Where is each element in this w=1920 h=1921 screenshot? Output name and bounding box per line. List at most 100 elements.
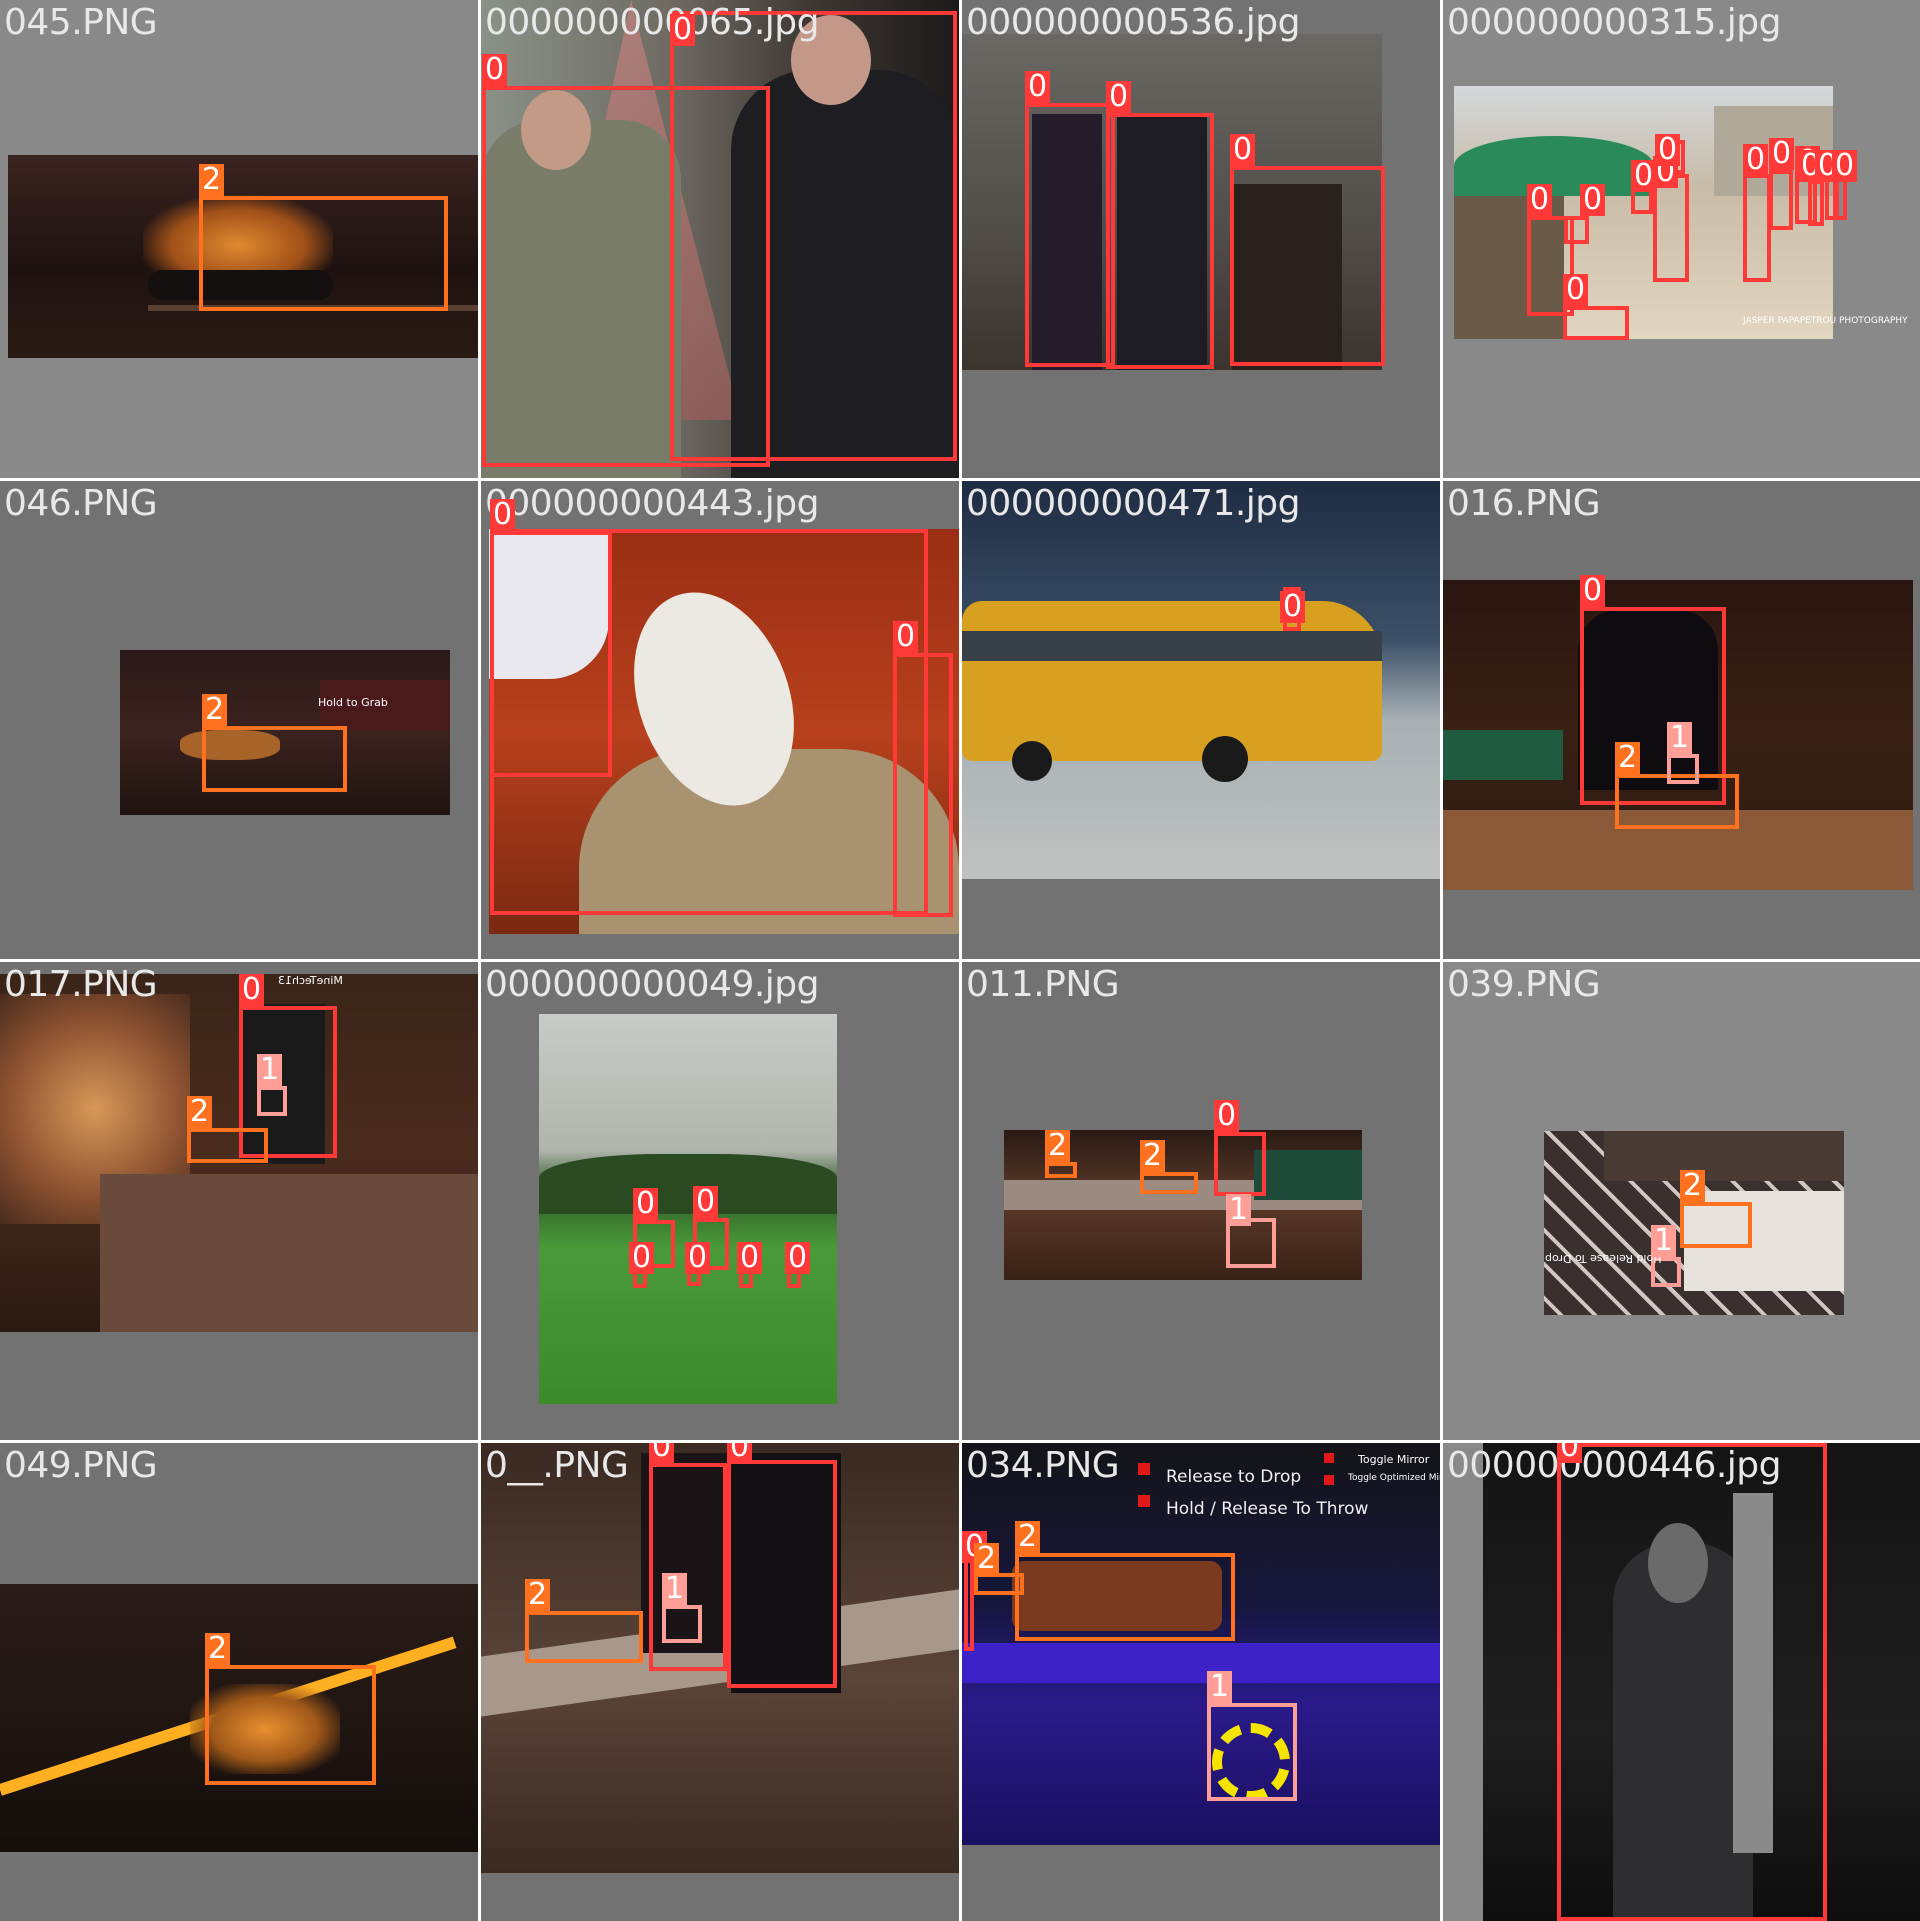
- hint-text: Hold Release To Drop: [1545, 1252, 1662, 1265]
- bbox-class-2: [1680, 1202, 1752, 1248]
- class-label: 2: [1680, 1170, 1706, 1202]
- bbox-class-1: [662, 1605, 702, 1643]
- hold-release-throw-hint: Hold / Release To Throw: [1166, 1499, 1369, 1519]
- filename-label: 045.PNG: [4, 2, 158, 43]
- class-label: 0: [1563, 274, 1589, 306]
- tile-000000000065: 000000000065.jpg 0 0: [481, 0, 959, 478]
- class-label: 0: [1280, 591, 1306, 623]
- class-label: 2: [1140, 1140, 1166, 1172]
- tile-011: 011.PNG 2 2 0 1: [962, 962, 1440, 1440]
- class-label: 0: [1743, 144, 1769, 176]
- filename-label: 046.PNG: [4, 483, 158, 524]
- filename-label: 000000000471.jpg: [966, 483, 1301, 524]
- class-label: 0: [1025, 71, 1051, 103]
- tile-039: Hold Release To Drop 039.PNG 2 1: [1443, 962, 1920, 1440]
- bbox-class-0: [1214, 1132, 1266, 1196]
- filename-label: 0__.PNG: [485, 1445, 629, 1486]
- bbox-class-2: [1045, 1162, 1077, 1178]
- bbox-class-0: [1557, 1443, 1827, 1921]
- toggle-mirror-indicator: [1324, 1453, 1334, 1463]
- bbox-class-0: [1653, 174, 1689, 282]
- class-label: 0: [727, 1443, 753, 1463]
- class-label: 0: [239, 974, 265, 1006]
- photo-049: [539, 1014, 837, 1404]
- sign-text: MineTech13: [278, 974, 343, 987]
- tile-000000000471: 000000000471.jpg 0: [962, 481, 1440, 959]
- class-label: 0: [1832, 150, 1858, 182]
- class-label: 0: [1527, 184, 1553, 216]
- class-label: 1: [1226, 1194, 1252, 1226]
- class-label: 0: [482, 54, 508, 86]
- class-label: 1: [1207, 1671, 1233, 1703]
- bbox-class-0: [1025, 103, 1115, 367]
- class-label: 0: [1655, 134, 1681, 166]
- bbox-class-0: [727, 1460, 837, 1688]
- toggle-mirror-label: Toggle Mirror: [1358, 1453, 1430, 1466]
- bbox-class-0: [1835, 178, 1847, 220]
- filename-label: 000000000446.jpg: [1447, 1445, 1782, 1486]
- class-label: 2: [205, 1633, 231, 1665]
- class-label: 2: [187, 1096, 213, 1128]
- filename-label: 000000000443.jpg: [485, 483, 820, 524]
- class-label: 2: [1045, 1130, 1071, 1162]
- bbox-class-1: [1207, 1703, 1297, 1801]
- tile-000000000446: 000000000446.jpg 0: [1443, 1443, 1920, 1921]
- class-label: 0: [629, 1242, 655, 1274]
- bbox-class-1: [1667, 754, 1699, 784]
- bbox-class-2: [1140, 1172, 1198, 1194]
- bbox-class-0: [1106, 113, 1214, 369]
- bbox-class-0: [893, 653, 953, 917]
- watermark-text: JASPER PAPAPETROU PHOTOGRAPHY: [1743, 316, 1908, 326]
- hint-text: Hold to Grab: [318, 696, 388, 709]
- tile-017: MineTech13 017.PNG 0 1 2: [0, 962, 478, 1440]
- tile-046: Hold to Grab 046.PNG 2: [0, 481, 478, 959]
- filename-label: 017.PNG: [4, 964, 158, 1005]
- bbox-class-0: [1769, 170, 1793, 230]
- photo-471: [962, 481, 1440, 879]
- bbox-class-2: [202, 726, 347, 792]
- mouse-left-icon: [1138, 1463, 1150, 1475]
- class-label: 0: [649, 1443, 675, 1463]
- tile-000000000049: 000000000049.jpg 0 0 0 0 0 0: [481, 962, 959, 1440]
- class-label: 0: [893, 621, 919, 653]
- tile-016: 016.PNG 0 2 1: [1443, 481, 1920, 959]
- mouse-right-icon: [1138, 1495, 1150, 1507]
- class-label: 0: [1557, 1443, 1583, 1463]
- bbox-class-2: [525, 1611, 643, 1663]
- toggle-optimized-label: Toggle Optimized Mirror: [1348, 1473, 1440, 1483]
- class-label: 1: [662, 1573, 688, 1605]
- tile-0__: 0__.PNG 0 0 2 1: [481, 1443, 959, 1921]
- class-label: 0: [1580, 184, 1606, 216]
- class-label: 2: [974, 1543, 1000, 1575]
- bbox-class-0: [1808, 180, 1824, 226]
- bbox-class-2: [187, 1128, 268, 1163]
- class-label: 0: [670, 14, 696, 46]
- class-label: 0: [1230, 134, 1256, 166]
- bbox-class-0: [1564, 216, 1589, 244]
- filename-label: 016.PNG: [1447, 483, 1601, 524]
- tile-000000000315: JASPER PAPAPETROU PHOTOGRAPHY 0000000003…: [1443, 0, 1920, 478]
- filename-label: 011.PNG: [966, 964, 1120, 1005]
- tile-034: Release to Drop Hold / Release To Throw …: [962, 1443, 1440, 1921]
- bbox-class-0: [1230, 166, 1385, 366]
- filename-label: 034.PNG: [966, 1445, 1120, 1486]
- tile-045: 045.PNG 2: [0, 0, 478, 478]
- class-label: 1: [1651, 1225, 1677, 1257]
- class-label: 2: [1615, 742, 1641, 774]
- class-label: 1: [1667, 722, 1693, 754]
- class-label: 1: [257, 1054, 283, 1086]
- filename-label: 000000000315.jpg: [1447, 2, 1782, 43]
- class-label: 2: [1015, 1521, 1041, 1553]
- tile-000000000443: 000000000443.jpg 0 0: [481, 481, 959, 959]
- class-label: 0: [490, 499, 516, 531]
- class-label: 0: [1214, 1100, 1240, 1132]
- class-label: 0: [785, 1242, 811, 1274]
- filename-label: 000000000536.jpg: [966, 2, 1301, 43]
- filename-label: 000000000049.jpg: [485, 964, 820, 1005]
- class-label: 0: [685, 1242, 711, 1274]
- bbox-class-2: [205, 1665, 376, 1785]
- bbox-class-0: [670, 11, 957, 461]
- bbox-class-0: [1743, 174, 1771, 282]
- class-label: 0: [1106, 81, 1132, 113]
- toggle-optimized-indicator: [1324, 1475, 1334, 1485]
